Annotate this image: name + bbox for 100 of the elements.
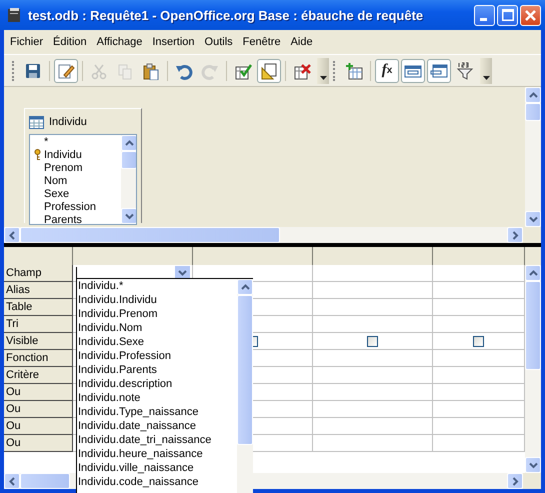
- field-box-icon: [430, 62, 448, 80]
- two-pages-icon: [116, 62, 134, 80]
- grid-cell[interactable]: [313, 384, 433, 401]
- grid-cell[interactable]: [313, 435, 433, 452]
- toolbar-grip[interactable]: [12, 60, 16, 80]
- minimize-button[interactable]: [474, 4, 495, 26]
- chevron-up-icon: [240, 284, 250, 290]
- scroll-right-button[interactable]: [507, 473, 523, 489]
- row-label: Alias: [4, 282, 73, 299]
- scrollbar-thumb[interactable]: [525, 103, 541, 121]
- scrollbar-thumb[interactable]: [20, 227, 280, 243]
- field-name[interactable]: Nom: [44, 174, 68, 186]
- scroll-up-button[interactable]: [525, 265, 541, 281]
- horizontal-scrollbar[interactable]: [4, 227, 523, 243]
- menu-item[interactable]: Affichage: [92, 36, 148, 48]
- menu-item[interactable]: Édition: [49, 36, 93, 48]
- grid-cell[interactable]: [313, 316, 433, 333]
- row-label: Champ: [4, 265, 73, 282]
- scroll-down-button[interactable]: [525, 211, 541, 227]
- dropdown-option[interactable]: Individu.Prenom: [77, 307, 237, 321]
- close-button[interactable]: [520, 4, 541, 26]
- visible-checkbox[interactable]: [473, 336, 484, 346]
- chevron-down-icon: [178, 270, 187, 276]
- toolbar-grip[interactable]: [333, 60, 337, 80]
- menu-item[interactable]: Fichier: [6, 36, 50, 48]
- scrollbar-thumb[interactable]: [20, 473, 70, 489]
- dropdown-option[interactable]: Individu.Profession: [77, 349, 237, 363]
- scroll-left-button[interactable]: [4, 227, 20, 243]
- grid-cell[interactable]: [313, 282, 433, 299]
- field-name[interactable]: Profession: [44, 200, 96, 212]
- funnel-icon: [456, 62, 474, 80]
- alias-button[interactable]: [401, 58, 425, 82]
- scroll-right-button[interactable]: [507, 227, 523, 243]
- scissors-icon: [90, 62, 108, 80]
- dropdown-option[interactable]: Individu.Individu: [77, 293, 237, 307]
- dropdown-option[interactable]: Individu.ville_naissance: [77, 461, 237, 475]
- caret-icon: [482, 76, 490, 80]
- grid-cell[interactable]: [313, 333, 433, 350]
- menu-item[interactable]: Aide: [286, 36, 319, 48]
- scroll-up-button[interactable]: [121, 135, 136, 151]
- vertical-scrollbar[interactable]: [237, 279, 253, 493]
- scrollbar-thumb[interactable]: [121, 151, 136, 169]
- maximize-button[interactable]: [497, 4, 518, 26]
- chevron-down-icon: [124, 212, 134, 220]
- grid-cell[interactable]: [313, 299, 433, 316]
- vertical-scrollbar[interactable]: [525, 265, 541, 473]
- toolbar-overflow-button[interactable]: [480, 58, 492, 84]
- field-name[interactable]: Individu: [44, 148, 82, 160]
- dropdown-option[interactable]: Individu.date_naissance: [77, 419, 237, 433]
- chevron-right-icon: [512, 230, 518, 240]
- row-label: Ou: [4, 401, 73, 418]
- scroll-up-button[interactable]: [237, 279, 253, 295]
- grid-cell[interactable]: [433, 333, 525, 350]
- vertical-scrollbar[interactable]: [525, 87, 541, 227]
- dropdown-option[interactable]: Individu.note: [77, 391, 237, 405]
- field-name[interactable]: *: [44, 136, 48, 148]
- chevron-left-icon: [8, 230, 16, 240]
- column-header[interactable]: [313, 247, 433, 265]
- scrollbar-thumb[interactable]: [525, 281, 541, 370]
- chevron-up-icon: [124, 140, 134, 146]
- scroll-down-button[interactable]: [525, 457, 541, 473]
- edit-button[interactable]: [54, 58, 78, 82]
- dropdown-option[interactable]: Individu.Nom: [77, 321, 237, 335]
- dropdown-option[interactable]: Individu.code_naissance: [77, 475, 237, 489]
- dropdown-option[interactable]: Individu.date_tri_naissance: [77, 433, 237, 447]
- maximize-icon: [502, 9, 514, 21]
- dropdown-option[interactable]: Individu.*: [77, 279, 237, 293]
- dropdown-option[interactable]: Individu.heure_naissance: [77, 447, 237, 461]
- field-name[interactable]: Sexe: [44, 188, 70, 200]
- vertical-scrollbar[interactable]: [121, 135, 136, 224]
- grid-cell[interactable]: [313, 367, 433, 384]
- row-label: Fonction: [4, 350, 73, 367]
- menu-item[interactable]: Fenêtre: [238, 36, 287, 48]
- dropdown-option[interactable]: Individu.Type_naissance: [77, 405, 237, 419]
- grid-cell[interactable]: [313, 418, 433, 435]
- grid-cell[interactable]: [313, 401, 433, 418]
- dropdown-option[interactable]: Individu.Sexe: [77, 335, 237, 349]
- design-view-button[interactable]: [257, 58, 281, 82]
- clipboard-icon: [142, 62, 160, 80]
- visible-checkbox[interactable]: [367, 336, 378, 346]
- row-label: Ou: [4, 418, 73, 435]
- grid-cell[interactable]: [313, 265, 433, 282]
- set-square-icon: [260, 62, 278, 80]
- field-name[interactable]: Prenom: [44, 162, 83, 174]
- grid-cell[interactable]: [313, 350, 433, 367]
- scroll-left-button[interactable]: [4, 473, 20, 489]
- window-title: test.odb : Requête1 - OpenOffice.org Base : ébauche de requête: [28, 8, 424, 22]
- pencil-on-paper-icon: [57, 62, 75, 80]
- dropdown-option[interactable]: Individu.description: [77, 377, 237, 391]
- field-name[interactable]: Parents: [44, 214, 82, 224]
- dropdown-option[interactable]: Individu.Parents: [77, 363, 237, 377]
- table-name-button[interactable]: [427, 58, 451, 82]
- scrollbar-thumb[interactable]: [237, 295, 253, 445]
- menu-item[interactable]: Outils: [200, 36, 239, 48]
- scroll-up-button[interactable]: [525, 87, 541, 103]
- toolbar-overflow-button[interactable]: [317, 58, 329, 84]
- menu-item[interactable]: Insertion: [148, 36, 201, 48]
- table-with-check-icon: [234, 62, 252, 80]
- scroll-down-button[interactable]: [121, 208, 136, 224]
- chevron-down-icon: [528, 462, 538, 468]
